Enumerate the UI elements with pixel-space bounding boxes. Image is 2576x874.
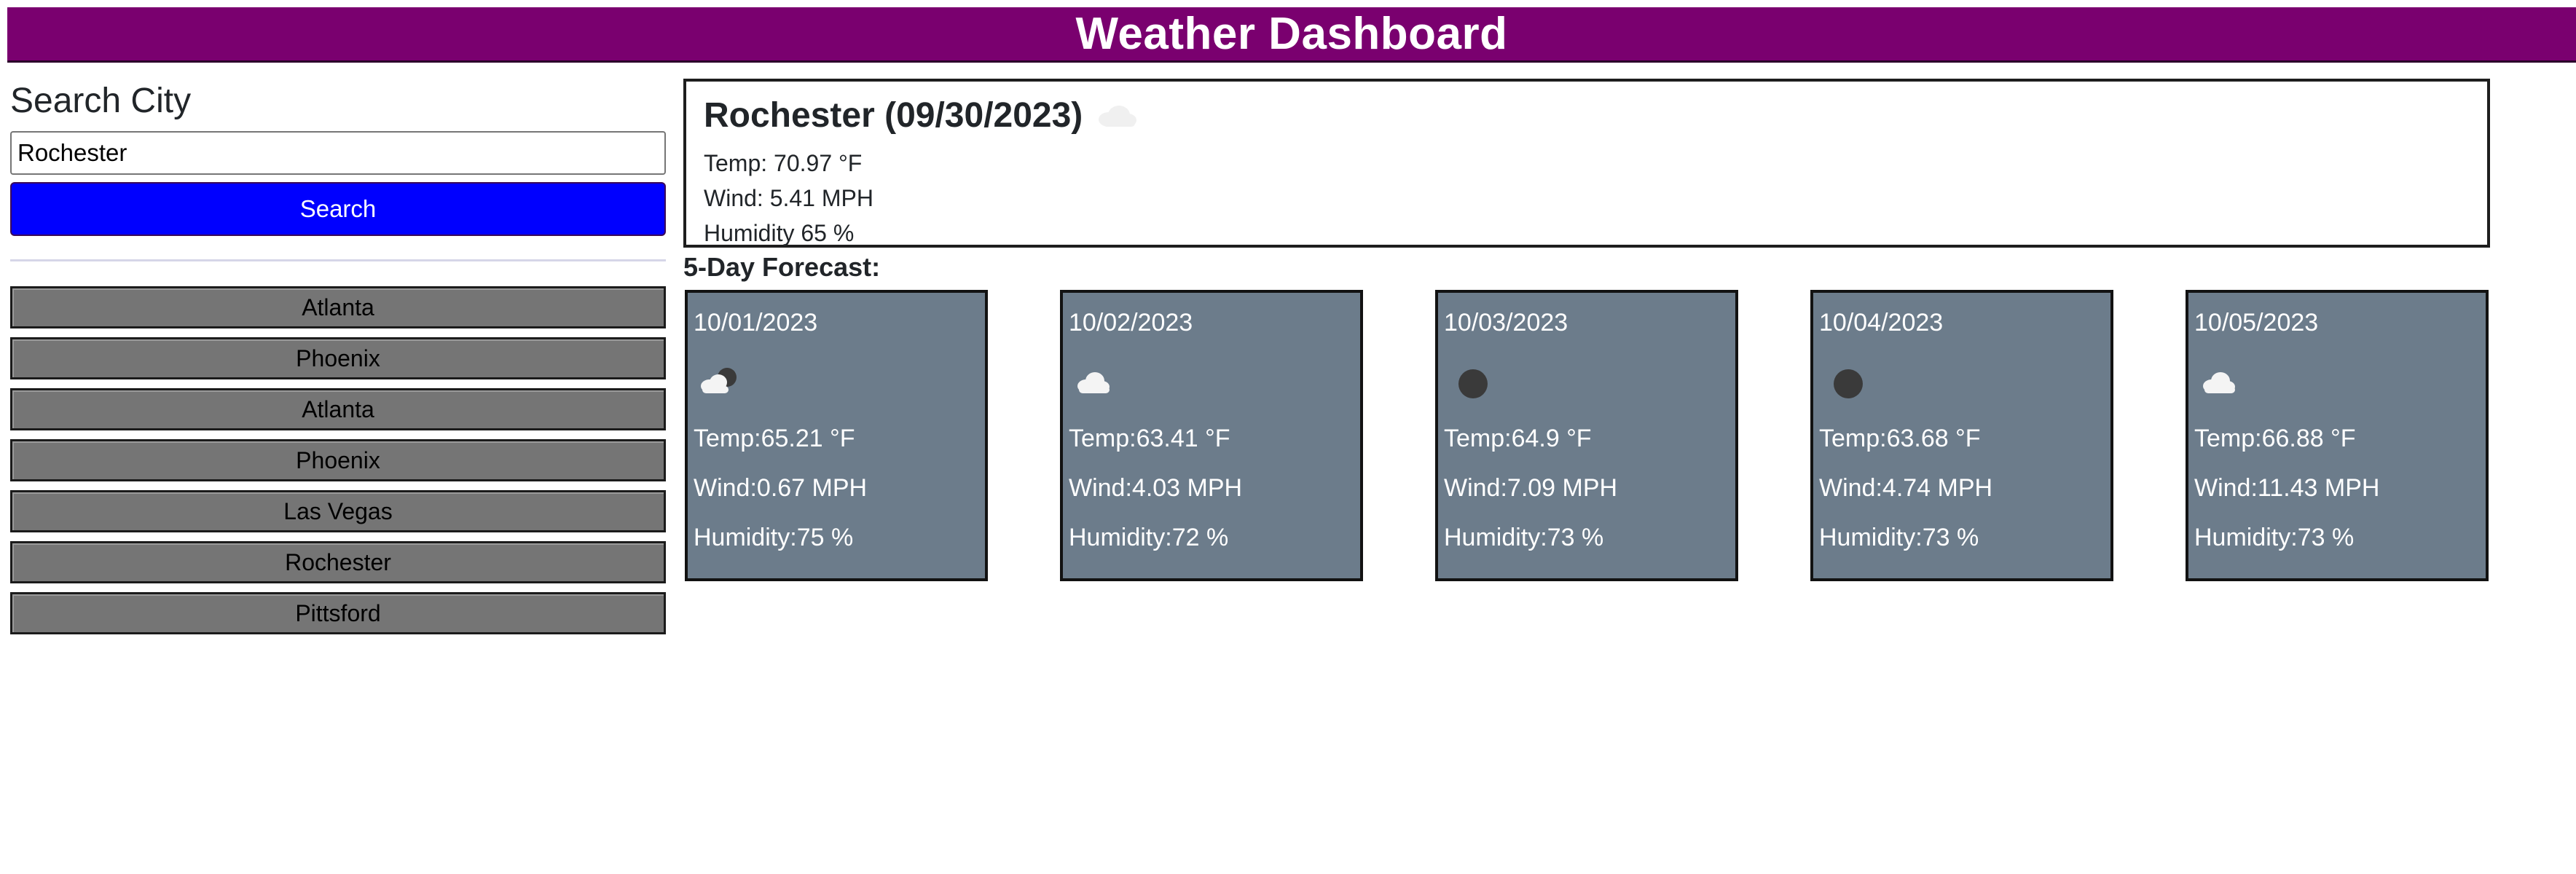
search-sidebar: Search City Search Atlanta Phoenix Atlan… xyxy=(10,79,666,643)
forecast-wind: Wind:7.09 MPH xyxy=(1444,474,1618,502)
forecast-humidity: Humidity:73 % xyxy=(1444,524,1604,551)
current-weather-panel: Rochester (09/30/2023) Temp: 70.97 °F Wi… xyxy=(683,79,2490,248)
forecast-humidity: Humidity:73 % xyxy=(1819,524,1979,551)
forecast-wind: Wind:11.43 MPH xyxy=(2194,474,2380,502)
forecast-date: 10/05/2023 xyxy=(2194,309,2319,336)
forecast-wind: Wind:0.67 MPH xyxy=(694,474,868,502)
forecast-humidity: Humidity:73 % xyxy=(2194,524,2355,551)
forecast-card: 10/04/2023 Temp:63.68 °F Wind:4.74 MPH H… xyxy=(1810,290,2113,581)
forecast-date: 10/02/2023 xyxy=(1069,309,1193,336)
search-button[interactable]: Search xyxy=(10,182,666,236)
app-header: Weather Dashboard xyxy=(7,7,2576,63)
search-heading: Search City xyxy=(10,82,192,120)
history-button-atlanta[interactable]: Atlanta xyxy=(10,388,666,430)
forecast-temp: Temp:66.88 °F xyxy=(2194,425,2356,452)
forecast-temp: Temp:64.9 °F xyxy=(1444,425,1592,452)
moon-icon xyxy=(1834,369,1863,398)
current-wind: Wind: 5.41 MPH xyxy=(704,185,873,211)
cloud-icon xyxy=(1077,372,1110,393)
forecast-temp: Temp:63.68 °F xyxy=(1819,425,1981,452)
forecast-date: 10/03/2023 xyxy=(1444,309,1568,336)
forecast-heading: 5-Day Forecast: xyxy=(683,252,881,282)
forecast-card: 10/02/2023 Temp:63.41 °F Wind:4.03 MPH H… xyxy=(1060,290,1363,581)
city-search-input[interactable] xyxy=(10,131,666,175)
current-humidity: Humidity 65 % xyxy=(704,220,855,246)
forecast-wind: Wind:4.74 MPH xyxy=(1819,474,1993,502)
forecast-date: 10/01/2023 xyxy=(694,309,818,336)
history-button-phoenix[interactable]: Phoenix xyxy=(10,337,666,379)
cloud-icon xyxy=(1099,106,1137,127)
moon-icon xyxy=(1458,369,1488,398)
forecast-wind: Wind:4.03 MPH xyxy=(1069,474,1243,502)
forecast-temp: Temp:65.21 °F xyxy=(694,425,855,452)
forecast-card: 10/01/2023 Temp:65.21 °F Wind:0.67 MPH H… xyxy=(685,290,988,581)
forecast-humidity: Humidity:75 % xyxy=(694,524,854,551)
forecast-humidity: Humidity:72 % xyxy=(1069,524,1229,551)
forecast-date: 10/04/2023 xyxy=(1819,309,1944,336)
divider xyxy=(10,259,666,261)
search-history-list: Atlanta Phoenix Atlanta Phoenix Las Vega… xyxy=(10,286,666,634)
history-button-atlanta[interactable]: Atlanta xyxy=(10,286,666,328)
forecast-card: 10/03/2023 Temp:64.9 °F Wind:7.09 MPH Hu… xyxy=(1435,290,1738,581)
cloud-icon xyxy=(2203,372,2235,393)
history-button-rochester[interactable]: Rochester xyxy=(10,541,666,583)
history-button-pittsford[interactable]: Pittsford xyxy=(10,592,666,634)
current-temp: Temp: 70.97 °F xyxy=(704,150,863,176)
forecast-temp: Temp:63.41 °F xyxy=(1069,425,1230,452)
cloud-moon-icon xyxy=(701,368,737,393)
current-city-title: Rochester (09/30/2023) xyxy=(704,95,1083,135)
forecast-card: 10/05/2023 Temp:66.88 °F Wind:11.43 MPH … xyxy=(2186,290,2489,581)
page-title: Weather Dashboard xyxy=(1075,9,1508,59)
forecast-row: 10/01/2023 Temp:65.21 °F Wind:0.67 MPH H… xyxy=(685,290,2491,581)
history-button-phoenix[interactable]: Phoenix xyxy=(10,439,666,481)
history-button-las-vegas[interactable]: Las Vegas xyxy=(10,490,666,532)
